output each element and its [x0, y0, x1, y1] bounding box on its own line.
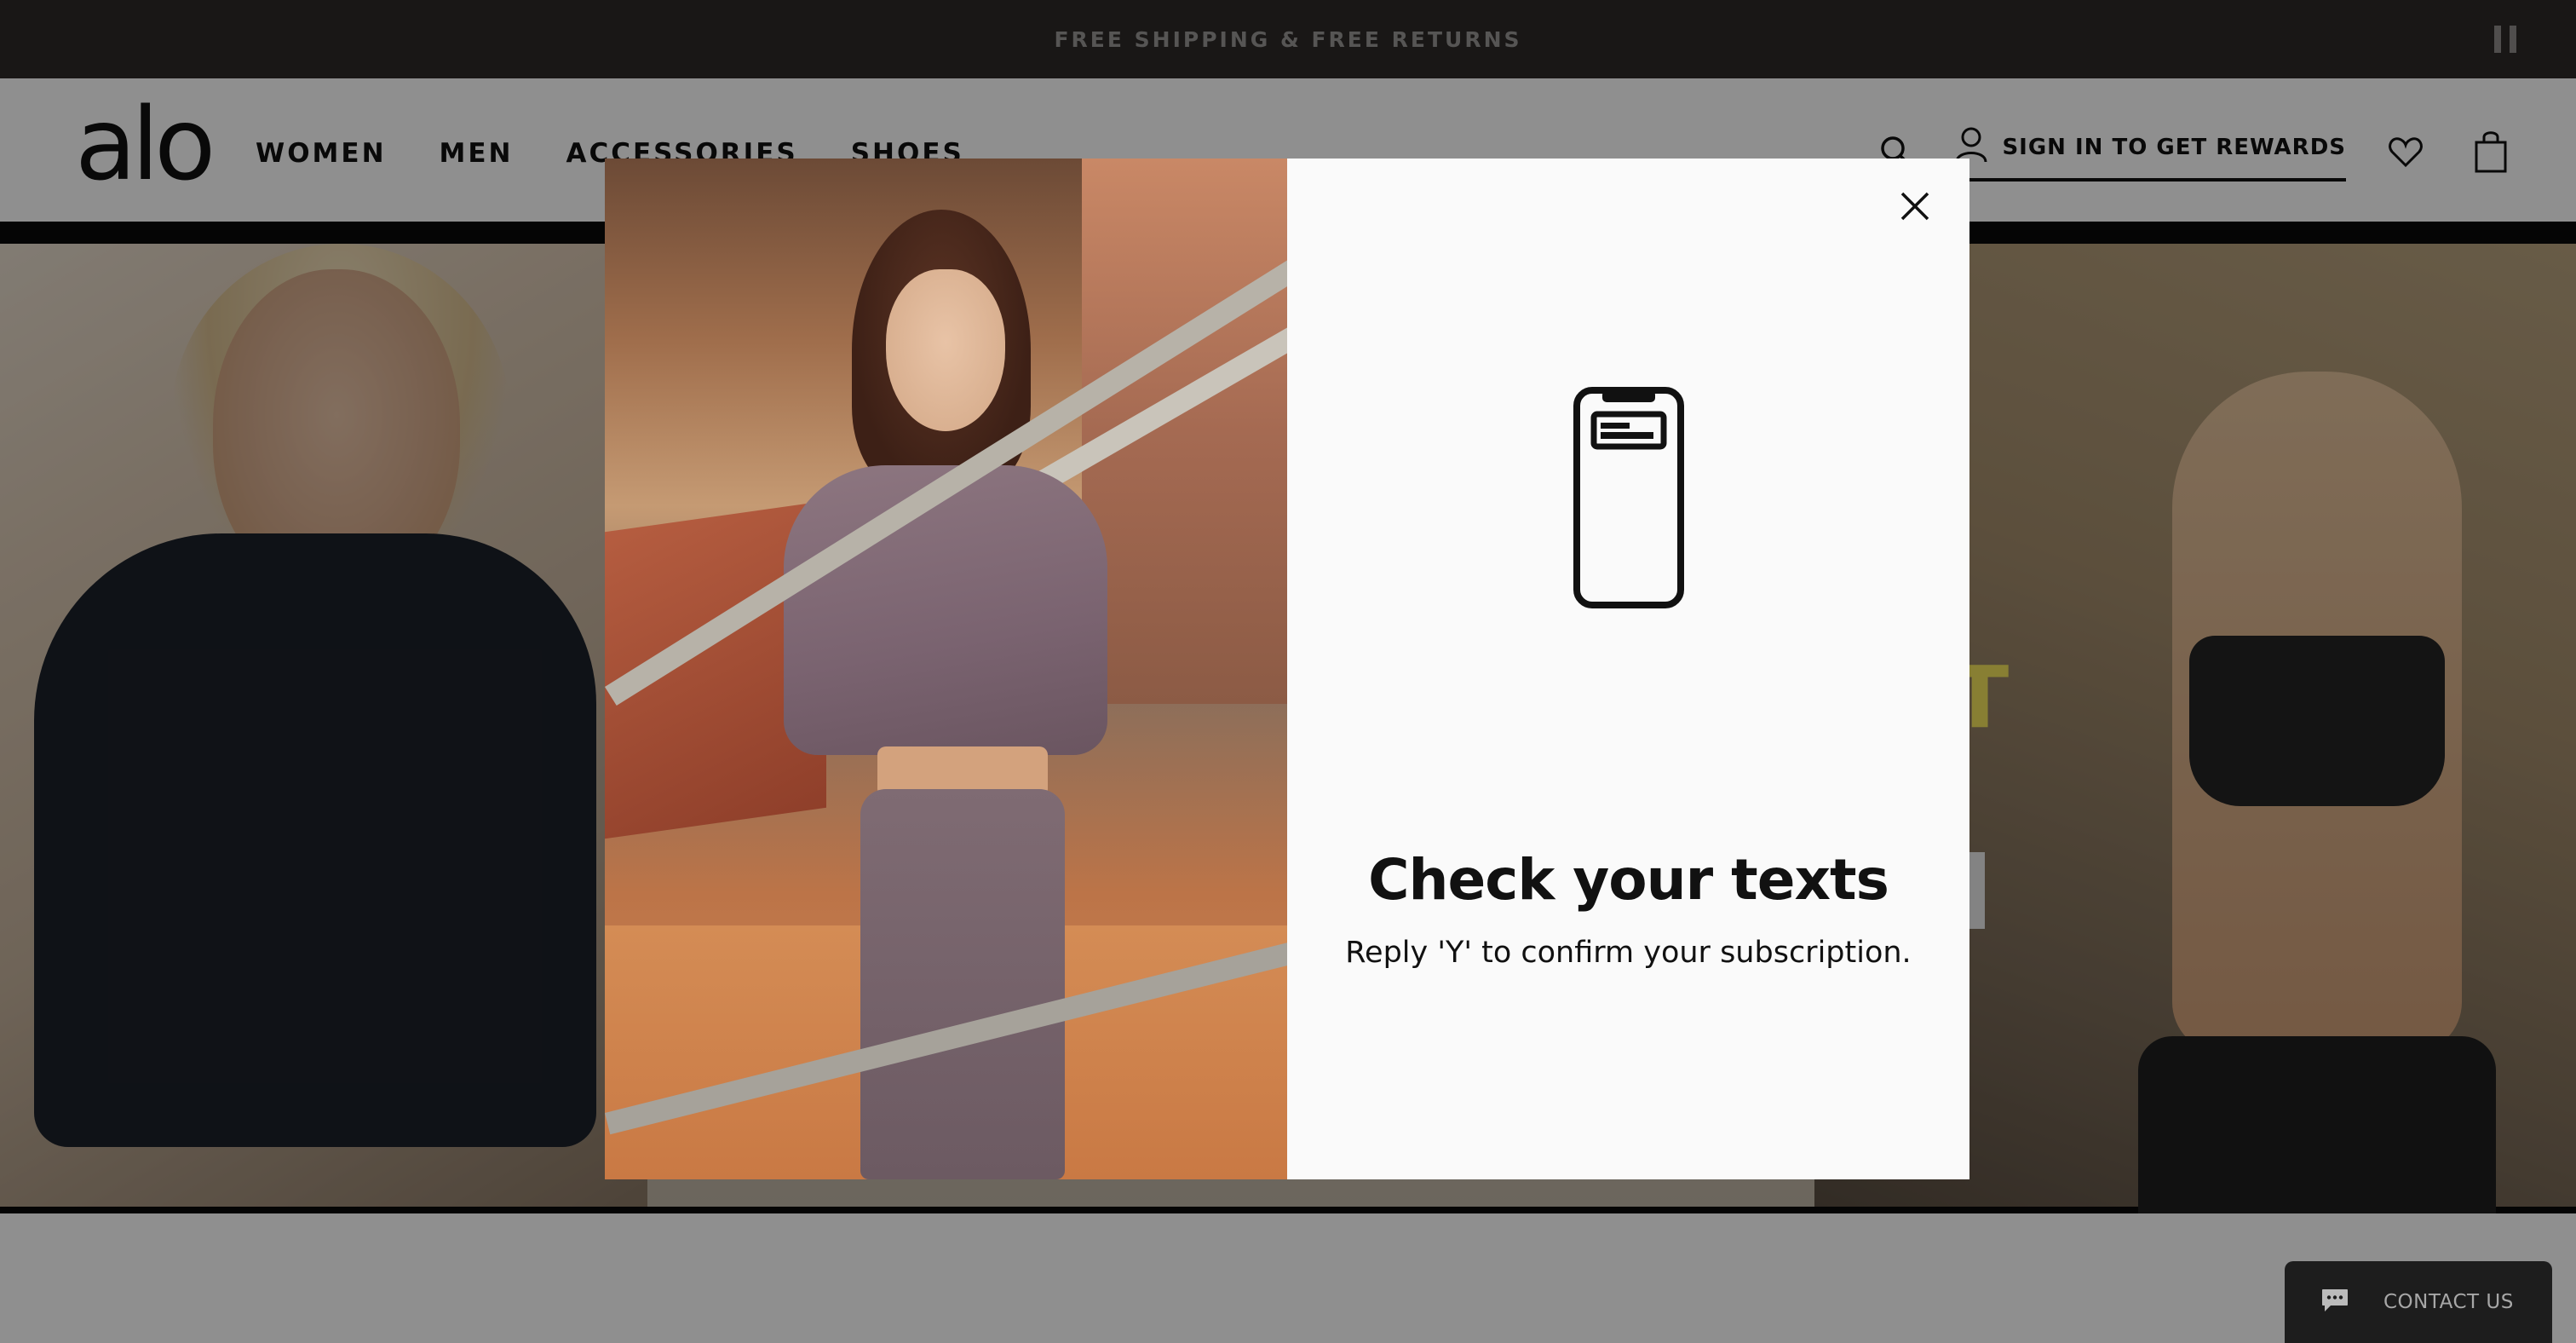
hero-model-shorts: [2138, 1036, 2496, 1213]
close-button[interactable]: [1895, 186, 1935, 227]
sms-confirm-modal: Check your texts Reply 'Y' to confirm yo…: [605, 159, 1969, 1179]
phone-icon: [1573, 387, 1684, 608]
photo-model-pants: [860, 789, 1065, 1179]
contact-us-label: CONTACT US: [2383, 1291, 2514, 1313]
modal-content: Check your texts Reply 'Y' to confirm yo…: [1287, 159, 1969, 1179]
hero-model-top: [2189, 636, 2445, 806]
contact-us-button[interactable]: CONTACT US: [2285, 1261, 2552, 1343]
modal-photo: [605, 159, 1287, 1179]
photo-model-sweater: [784, 465, 1107, 755]
close-icon: [1900, 192, 1929, 221]
modal-subtext: Reply 'Y' to confirm your subscription.: [1345, 936, 1912, 970]
modal-heading: Check your texts: [1368, 847, 1889, 913]
chat-icon: [2320, 1288, 2349, 1317]
photo-model-face: [886, 269, 1005, 431]
